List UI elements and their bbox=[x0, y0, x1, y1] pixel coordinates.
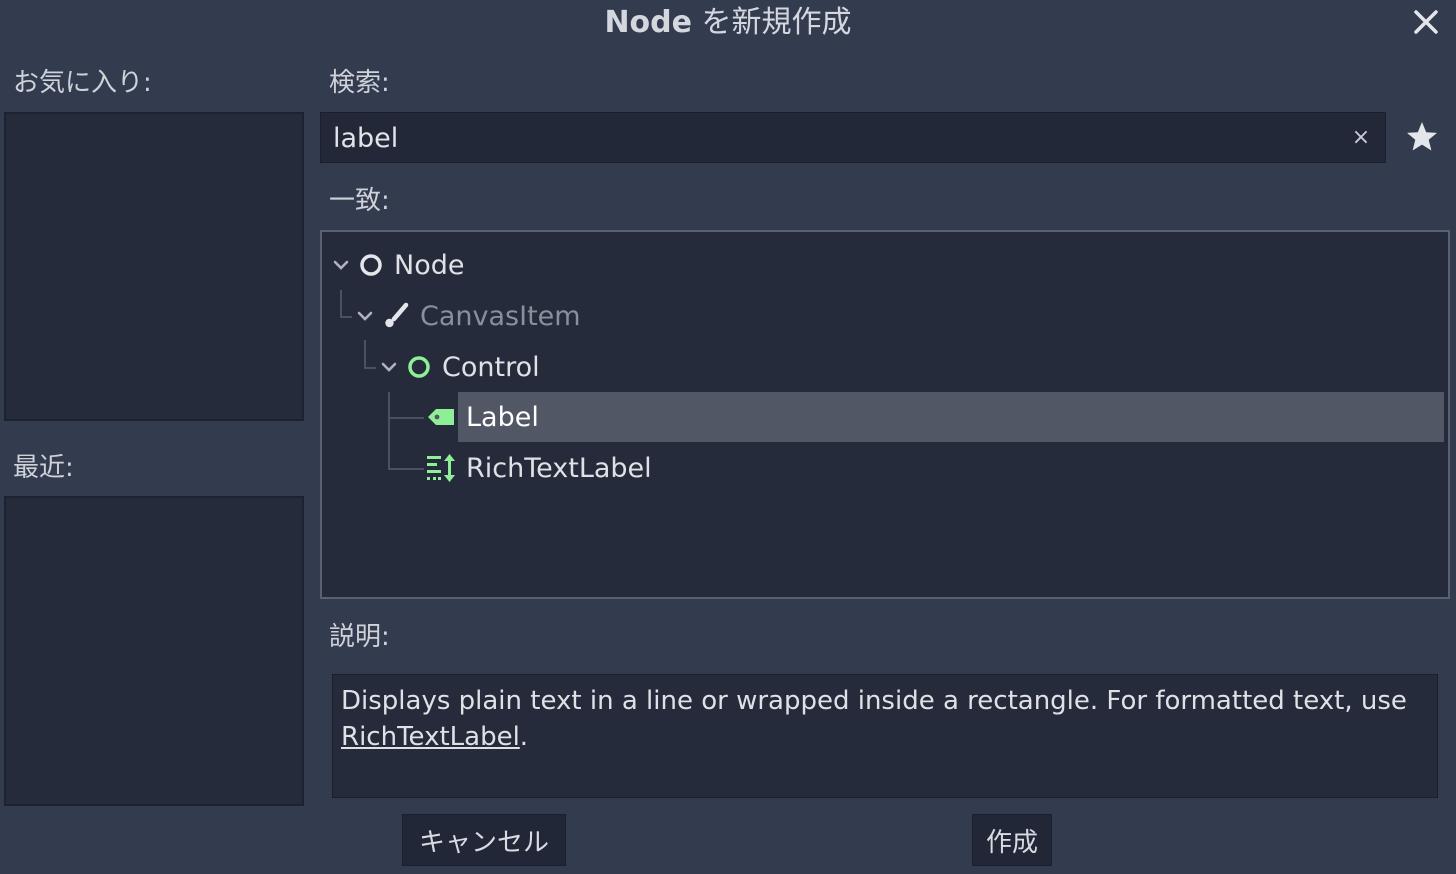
tree-guide bbox=[388, 417, 424, 419]
dialog-title-node: Node bbox=[604, 5, 692, 40]
favorite-button[interactable] bbox=[1402, 117, 1442, 157]
tree-item-canvasitem[interactable]: CanvasItem bbox=[354, 291, 581, 341]
close-button[interactable] bbox=[1408, 4, 1444, 40]
dialog-title: Node を新規作成 bbox=[0, 0, 1456, 46]
clear-icon: × bbox=[1351, 124, 1371, 150]
dialog-title-rest: を新規作成 bbox=[692, 5, 852, 40]
search-label: 検索: bbox=[329, 68, 390, 98]
recent-label: 最近: bbox=[13, 453, 74, 483]
description-suffix: . bbox=[519, 722, 529, 752]
search-box: × bbox=[320, 112, 1386, 164]
description-label: 説明: bbox=[329, 622, 390, 652]
description-box: Displays plain text in a line or wrapped… bbox=[332, 674, 1438, 798]
description-link[interactable]: RichTextLabel bbox=[341, 722, 520, 752]
tree-guide bbox=[364, 340, 366, 368]
tree-item-label-node[interactable]: Label bbox=[426, 392, 539, 442]
create-button[interactable]: 作成 bbox=[972, 814, 1052, 866]
search-input[interactable] bbox=[331, 113, 1335, 164]
tree-guide bbox=[388, 392, 390, 469]
selection-highlight bbox=[458, 392, 1444, 442]
chevron-down-icon[interactable] bbox=[354, 305, 376, 327]
favorites-label: お気に入り: bbox=[13, 68, 152, 98]
tree-guide bbox=[364, 367, 376, 369]
clear-search-button[interactable]: × bbox=[1347, 123, 1375, 151]
chevron-down-icon[interactable] bbox=[330, 254, 352, 276]
tree-guide bbox=[388, 468, 424, 470]
create-button-label: 作成 bbox=[985, 827, 1038, 858]
cancel-button-label: キャンセル bbox=[418, 827, 549, 858]
recent-list[interactable] bbox=[4, 496, 304, 806]
rich-text-icon bbox=[427, 454, 455, 482]
tree-item-richtextlabel[interactable]: RichTextLabel bbox=[426, 443, 652, 493]
control-circle-icon bbox=[408, 356, 430, 378]
chevron-down-icon[interactable] bbox=[378, 356, 400, 378]
tree-item-node[interactable]: Node bbox=[330, 240, 464, 290]
tree-guide bbox=[340, 290, 342, 316]
matches-label: 一致: bbox=[329, 186, 390, 216]
tree-item-label: Control bbox=[442, 351, 540, 383]
tree-item-label: RichTextLabel bbox=[466, 452, 652, 484]
star-icon bbox=[1407, 122, 1437, 151]
node-circle-icon bbox=[360, 254, 382, 276]
brush-icon bbox=[385, 302, 409, 328]
favorites-list[interactable] bbox=[4, 112, 304, 421]
matches-tree: Node CanvasItem Control Label RichTextLa… bbox=[320, 230, 1450, 599]
tree-item-label: Node bbox=[394, 249, 465, 281]
cancel-button[interactable]: キャンセル bbox=[402, 814, 566, 866]
description-text: Displays plain text in a line or wrapped… bbox=[341, 686, 1407, 716]
label-tag-icon bbox=[428, 409, 454, 425]
tree-item-label: Label bbox=[466, 401, 539, 433]
tree-guide bbox=[340, 316, 352, 318]
close-icon bbox=[1414, 10, 1438, 34]
tree-item-label: CanvasItem bbox=[420, 300, 581, 332]
tree-item-control[interactable]: Control bbox=[378, 342, 540, 392]
